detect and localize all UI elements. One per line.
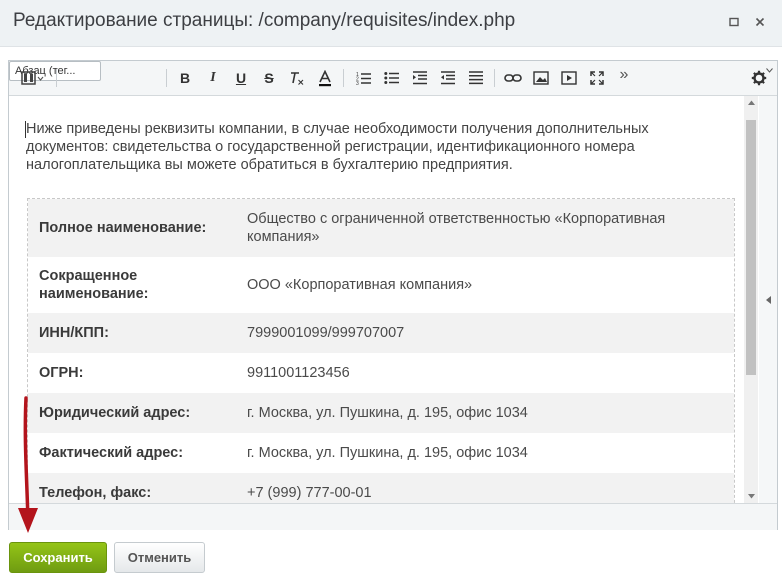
row-value: +7 (999) 777-00-01 [247,485,372,501]
toolbar-separator [343,69,344,87]
table-row: Юридический адрес: г. Москва, ул. Пушкин… [28,393,734,433]
insert-image-button[interactable] [530,68,552,88]
indent-icon [441,71,455,85]
maximize-icon [729,17,739,27]
row-label: Фактический адрес: [39,445,184,461]
table-row: Телефон, факс: +7 (999) 777-00-01 [28,473,734,503]
view-mode-icon [21,71,44,85]
fullscreen-icon [590,71,604,85]
table-row: Сокращенное наименование: ООО «Корпорати… [28,257,734,313]
gear-icon [751,70,767,86]
toolbar-separator [56,69,57,87]
table-row: ОГРН: 9911001123456 [28,353,734,393]
align-justify-button[interactable] [465,68,487,88]
dialog-titlebar: Редактирование страницы: /company/requis… [0,0,782,47]
italic-button[interactable]: I [202,68,224,88]
row-label: Телефон, факс: [39,485,152,501]
scroll-up-button[interactable] [744,96,758,108]
ordered-list-button[interactable]: 1 2 3 [353,68,375,88]
chevron-left-icon [765,295,771,304]
video-icon [561,71,577,85]
settings-button[interactable] [749,68,769,88]
scroll-down-button[interactable] [744,490,758,502]
outdent-icon [413,71,427,85]
link-icon [504,74,522,82]
row-label: ИНН/КПП: [39,325,109,341]
table-row: Полное наименование: Общество с ограниче… [28,199,734,257]
bold-button[interactable]: B [174,68,196,88]
scroll-thumb[interactable] [746,120,756,375]
table-row: ИНН/КПП: 7999001099/999707007 [28,313,734,353]
view-mode-button[interactable] [17,68,49,88]
ordered-list-icon: 1 2 3 [356,72,371,85]
remove-format-icon [291,72,304,85]
save-button[interactable]: Сохранить [9,542,107,573]
row-value: 9911001123456 [247,365,350,381]
row-value: г. Москва, ул. Пушкина, д. 195, офис 103… [247,445,528,461]
unordered-list-button[interactable] [381,68,403,88]
svg-text:3: 3 [356,81,359,85]
image-icon [533,71,549,85]
requisites-table: Полное наименование: Общество с ограниче… [27,198,735,503]
row-value: 7999001099/999707007 [247,325,405,341]
close-button[interactable] [752,14,768,30]
unordered-list-icon [384,72,399,84]
html-editor: Абзац (тег... B I U S 1 2 3 » Ниже приве… [8,60,778,530]
align-justify-icon [469,71,483,85]
row-value: ООО «Корпоративная компания» [247,277,473,293]
chevron-down-icon [747,493,755,498]
text-color-icon [319,69,331,86]
close-icon [755,17,765,27]
toolbar-separator [166,69,167,87]
remove-format-button[interactable] [286,68,308,88]
edit-page-dialog: Редактирование страницы: /company/requis… [0,0,782,580]
content-scrollbar[interactable] [744,96,758,503]
chevron-up-icon [747,100,755,105]
toolbar-separator [494,69,495,87]
row-label: Полное наименование: [39,220,207,236]
editor-content-area[interactable]: Ниже приведены реквизиты компании, в слу… [9,96,744,503]
text-color-button[interactable] [314,68,336,88]
fullscreen-button[interactable] [586,68,608,88]
editor-toolbar: Абзац (тег... B I U S 1 2 3 » [9,61,777,96]
row-value: Общество с ограниченной ответственностью… [247,211,666,245]
insert-link-button[interactable] [502,68,524,88]
editor-statusbar [9,503,777,530]
intro-paragraph: Ниже приведены реквизиты компании, в слу… [26,121,649,173]
row-label: ОГРН: [39,365,84,381]
row-label: Сокращенное наименование: [39,268,149,302]
cancel-button[interactable]: Отменить [114,542,205,573]
strikethrough-button[interactable]: S [258,68,280,88]
row-label: Юридический адрес: [39,405,191,421]
outdent-button[interactable] [409,68,431,88]
indent-button[interactable] [437,68,459,88]
row-value: г. Москва, ул. Пушкина, д. 195, офис 103… [247,405,528,421]
maximize-button[interactable] [726,14,742,30]
more-tools-button[interactable]: » [614,65,634,85]
insert-video-button[interactable] [558,68,580,88]
dialog-title: Редактирование страницы: /company/requis… [13,10,516,31]
underline-button[interactable]: U [230,68,252,88]
side-panel-toggle[interactable] [759,96,777,503]
table-row: Фактический адрес: г. Москва, ул. Пушкин… [28,433,734,473]
